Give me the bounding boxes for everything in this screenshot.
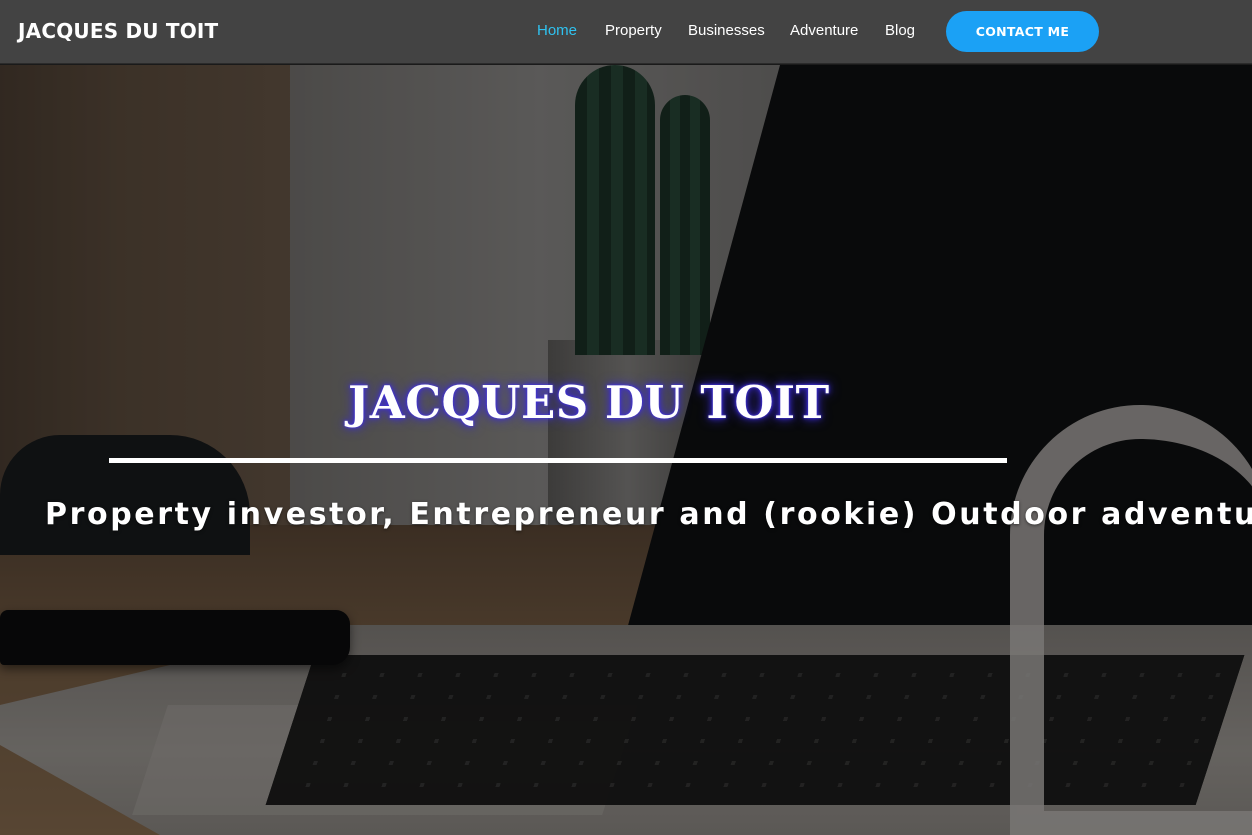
contact-me-button[interactable]: CONTACT ME <box>946 11 1099 52</box>
hero-section: JACQUES DU TOIT Property investor, Entre… <box>0 65 1252 835</box>
hero-subtitle: Property investor, Entrepreneur and (roo… <box>45 497 1252 532</box>
nav-item-adventure[interactable]: Adventure <box>790 22 858 39</box>
page: JACQUES DU TOIT Home Property Businesses… <box>0 0 1252 835</box>
site-header: JACQUES DU TOIT Home Property Businesses… <box>0 0 1252 64</box>
nav-item-property[interactable]: Property <box>605 22 662 39</box>
hero-title: JACQUES DU TOIT <box>348 376 830 429</box>
nav-item-home[interactable]: Home <box>537 22 577 39</box>
site-logo[interactable]: JACQUES DU TOIT <box>18 19 218 43</box>
hero-divider <box>109 458 1007 463</box>
nav-item-blog[interactable]: Blog <box>885 22 915 39</box>
hero-background-image <box>0 65 1252 835</box>
nav-item-businesses[interactable]: Businesses <box>688 22 765 39</box>
hero-dark-overlay <box>0 65 1252 835</box>
